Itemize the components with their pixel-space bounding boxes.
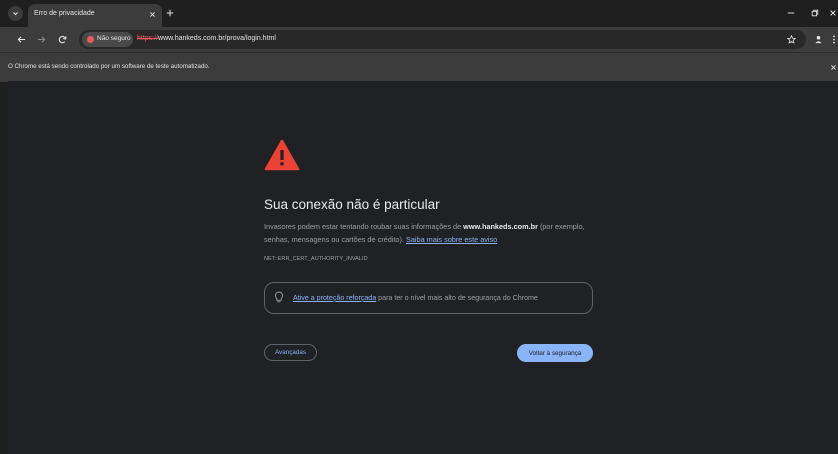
security-chip-label: Não seguro [97,35,131,42]
profile-button[interactable] [811,32,825,46]
arrow-left-icon [17,35,25,43]
enhanced-protection-text: Ative a proteção reforçada para ter o ní… [293,294,538,302]
browser-toolbar: Não seguro https://www.hankeds.com.br/pr… [0,27,838,52]
description-prefix: Invasores podem estar tentando roubar su… [264,222,464,231]
security-chip[interactable]: Não seguro [82,32,133,47]
site-domain: www.hankeds.com.br [463,222,538,231]
reload-icon [58,35,66,43]
warning-circle-icon [87,36,94,43]
plus-icon [166,9,174,17]
enhanced-protection-link[interactable]: Ative a proteção reforçada [293,294,376,302]
forward-button[interactable] [34,32,48,46]
close-window-button[interactable] [828,6,838,20]
learn-more-link[interactable]: Saiba mais sobre este aviso [406,235,497,244]
tab-title: Erro de privacidade [34,10,95,17]
tab-close-button[interactable] [146,8,158,20]
tab-active[interactable]: Erro de privacidade [28,4,162,27]
restore-icon [811,9,819,17]
enhanced-protection-box: Ative a proteção reforçada para ter o ní… [264,282,593,314]
privacy-error-page: Sua conexão não é particular Invasores p… [8,81,838,454]
bookmark-button[interactable] [784,32,798,46]
close-icon [830,10,836,16]
enhanced-protection-suffix: para ter o nível mais alto de segurança … [376,294,538,302]
error-description: Invasores podem estar tentando roubar su… [264,220,610,246]
url-rest: www.hankeds.com.br/prova/login.html [158,35,276,42]
lightbulb-icon [275,291,283,303]
error-code[interactable]: NET::ERR_CERT_AUTHORITY_INVALID [264,256,368,262]
warning-triangle-icon [264,139,300,171]
kebab-menu-icon [832,34,835,44]
reload-button[interactable] [55,32,69,46]
infobar-message: O Chrome está sendo controlado por um so… [8,63,210,70]
automation-infobar: O Chrome está sendo controlado por um so… [0,52,838,82]
close-icon [149,11,155,17]
minimize-icon [787,12,795,14]
address-bar[interactable]: Não seguro https://www.hankeds.com.br/pr… [79,30,806,49]
chevron-down-icon [13,12,18,16]
url-text[interactable]: https://www.hankeds.com.br/prova/login.h… [137,35,276,42]
minimize-button[interactable] [784,6,798,20]
person-icon [814,35,822,43]
restore-button[interactable] [808,6,822,20]
arrow-right-icon [37,35,45,43]
menu-button[interactable] [829,32,838,46]
tab-search-button[interactable] [8,6,23,21]
back-button[interactable] [14,32,28,46]
new-tab-button[interactable] [163,6,177,20]
back-to-safety-button[interactable]: Voltar à segurança [517,344,593,362]
close-icon [830,64,836,70]
tab-strip: Erro de privacidade [0,0,838,27]
browser-window: Erro de privacidade Não seguro https://w… [0,0,838,454]
advanced-button[interactable]: Avançadas [264,344,317,361]
url-scheme: https:// [137,35,159,42]
page-title: Sua conexão não é particular [264,197,440,212]
star-icon [786,34,796,44]
infobar-close-button[interactable] [828,61,838,73]
